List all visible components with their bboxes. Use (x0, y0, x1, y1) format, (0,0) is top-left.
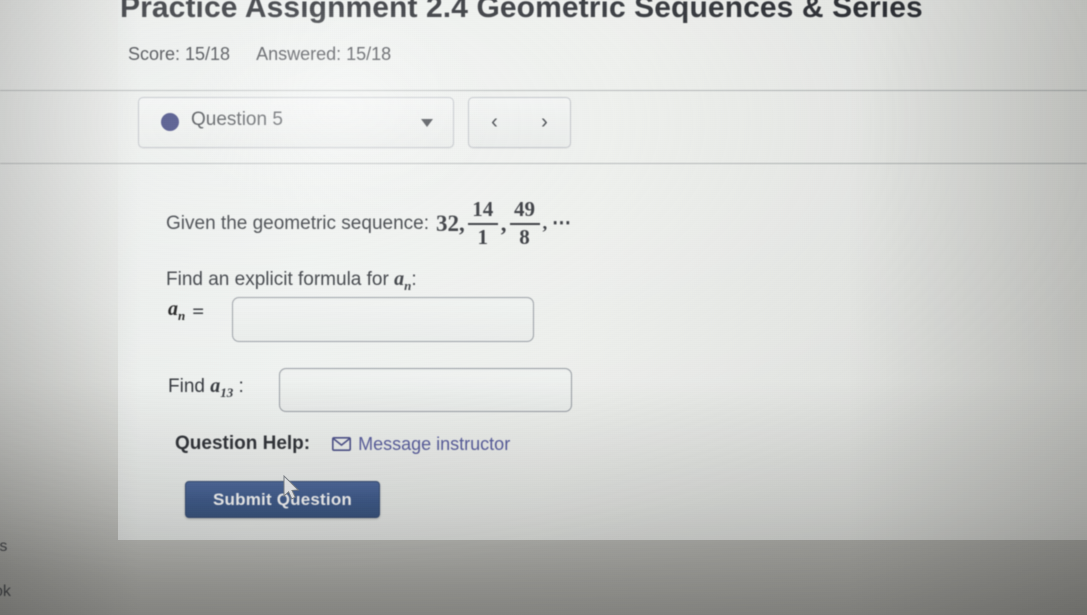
question-status-dot (161, 113, 179, 131)
clipped-text-line-2: ok (0, 583, 11, 600)
equals-sign: = (192, 298, 205, 323)
a13-symbol-base: a (210, 375, 221, 397)
chevron-left-icon: ‹ (491, 111, 498, 133)
an-symbol: an (394, 268, 411, 293)
divider-top (0, 90, 1087, 91)
fraction-term-1: 14 1 (467, 197, 498, 249)
page-title: Practice Assignment 2.4 Geometric Sequen… (120, 0, 923, 24)
fraction-1-denominator: 1 (477, 224, 489, 249)
problem-statement: Given the geometric sequence: 32, 14 1 ,… (166, 197, 572, 249)
an-label-subscript: n (178, 308, 186, 323)
question-help-row: Question Help: Message instructor (175, 433, 510, 455)
an-label: an (168, 298, 185, 324)
fraction-term-2: 49 8 (509, 197, 540, 249)
submit-question-button[interactable]: Submit Question (185, 481, 380, 518)
score-label: Score: 15/18 (128, 44, 231, 64)
score-status: Score: 15/18 Answered: 15/18 (128, 44, 391, 65)
clipped-text-line-1: rs (0, 538, 8, 555)
divider-bottom (0, 163, 1087, 164)
term-value-input[interactable] (279, 368, 572, 412)
first-term: 32, (436, 210, 465, 236)
question-selector[interactable]: Question 5 (138, 97, 454, 148)
explicit-formula-input[interactable] (232, 297, 534, 342)
term-prompt-prefix: Find (168, 376, 205, 397)
a13-symbol-subscript: 13 (220, 385, 234, 400)
explicit-formula-prompt-text: Find an explicit formula for (166, 269, 389, 290)
submit-question-label: Submit Question (213, 489, 352, 509)
explicit-formula-prompt-suffix: : (411, 269, 417, 290)
fraction-2-denominator: 8 (519, 224, 530, 249)
term-prompt: Find a13 : (168, 375, 244, 401)
sequence-ellipsis: , ⋯ (542, 213, 572, 235)
explicit-formula-prompt: Find an explicit formula for an: (166, 268, 417, 294)
fraction-1-numerator: 14 (472, 197, 494, 221)
chevron-down-icon[interactable] (421, 119, 433, 127)
question-selector-label: Question 5 (191, 109, 283, 130)
next-question-button[interactable]: › (519, 97, 571, 148)
answered-label: Answered: 15/18 (256, 44, 392, 64)
an-equals-label: an = (168, 298, 204, 324)
a13-symbol: a13 (210, 375, 234, 400)
given-prefix: Given the geometric sequence: (166, 212, 429, 234)
prev-question-button[interactable]: ‹ (468, 97, 521, 148)
fraction-2-numerator: 49 (514, 197, 535, 221)
an-label-base: a (168, 298, 178, 320)
message-instructor-link[interactable]: Message instructor (358, 434, 510, 455)
an-symbol-base: a (394, 268, 405, 290)
chevron-right-icon: › (541, 111, 548, 133)
screenshot-root: Practice Assignment 2.4 Geometric Sequen… (0, 0, 1087, 615)
question-help-label: Question Help: (175, 433, 311, 454)
term-prompt-suffix: : (238, 376, 244, 397)
envelope-icon[interactable] (332, 437, 352, 451)
sequence-comma: , (500, 210, 507, 236)
